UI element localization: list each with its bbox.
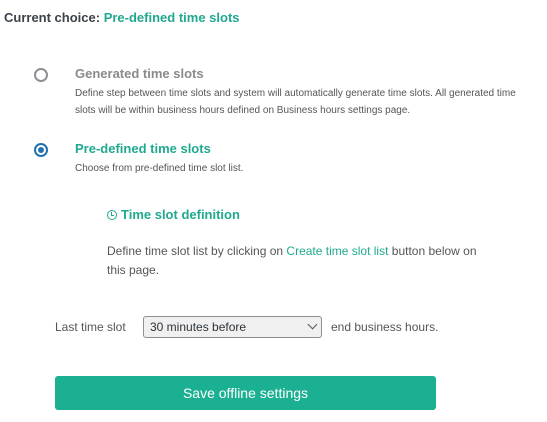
time-slot-definition-heading: Time slot definition xyxy=(107,207,240,222)
generated-time-slots-radio[interactable] xyxy=(34,68,48,82)
current-choice-label: Current choice: xyxy=(4,10,101,25)
create-time-slot-list-link[interactable]: Create time slot list xyxy=(286,244,388,258)
definition-text-before: Define time slot list by clicking on xyxy=(107,244,287,258)
time-slot-definition-title: Time slot definition xyxy=(121,207,240,222)
current-choice-value: Pre-defined time slots xyxy=(103,10,240,25)
clock-icon xyxy=(107,210,117,220)
option-title: Generated time slots xyxy=(75,66,204,81)
last-time-slot-label: Last time slot xyxy=(55,320,126,334)
last-time-slot-selected-value: 30 minutes before xyxy=(150,320,247,334)
save-offline-settings-button[interactable]: Save offline settings xyxy=(55,376,436,410)
chevron-down-icon xyxy=(307,319,318,330)
radio-dot xyxy=(38,147,44,153)
predefined-time-slots-radio[interactable] xyxy=(34,143,48,157)
time-slot-definition-text: Define time slot list by clicking on Cre… xyxy=(107,242,477,280)
option-title: Pre-defined time slots xyxy=(75,141,211,156)
last-time-slot-suffix: end business hours. xyxy=(331,320,439,334)
last-time-slot-select[interactable]: 30 minutes before xyxy=(143,316,322,338)
option-description: Define step between time slots and syste… xyxy=(75,88,516,116)
current-choice: Current choice: Pre-defined time slots xyxy=(4,10,240,25)
option-description: Choose from pre-defined time slot list. xyxy=(75,163,244,174)
